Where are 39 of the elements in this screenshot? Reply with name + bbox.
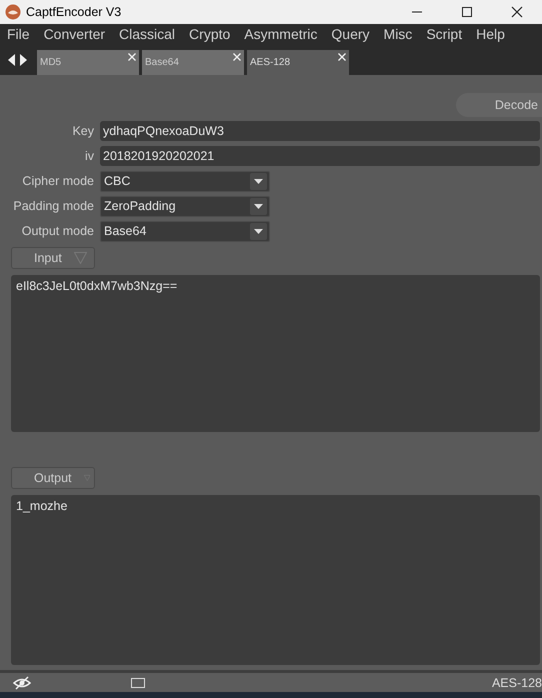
input-text-area[interactable]: eIl8c3JeL0t0dxM7wb3Nzg== [11,275,540,432]
caret-icon [250,222,267,240]
field-label: Key [71,124,95,138]
output-toggle[interactable]: Output [11,467,95,489]
status-text: AES-128 [492,676,542,690]
triangle-icon [84,472,90,484]
dropdown[interactable]: CBC [100,170,270,192]
right-arrow-icon[interactable] [20,54,27,66]
app-logo-icon [5,4,21,20]
menu-item[interactable]: Converter [38,26,110,42]
output-text-area[interactable]: 1_mozhe [11,495,540,665]
field-label: Output mode [20,224,95,238]
window-icon [131,678,145,688]
field-label: Cipher mode [21,174,95,188]
menu-item[interactable]: Script [421,26,468,42]
dropdown[interactable]: ZeroPadding [100,196,270,216]
close-icon[interactable] [511,6,523,18]
input-field[interactable]: ydhaqPQnexoaDuW3 [100,121,540,141]
caret-icon [250,172,267,190]
field-label: Padding mode [12,199,95,213]
menu-item[interactable]: Crypto [184,26,236,42]
triangle-icon [74,252,87,264]
menu-item[interactable]: Misc [378,26,418,42]
menu-item[interactable]: File [2,26,35,42]
field-label: iv [84,149,95,163]
menu-item[interactable]: Asymmetric [239,26,322,42]
input-toggle[interactable]: Input [11,247,95,269]
tab[interactable]: AES-128 [247,50,349,75]
window-title: CaptfEncoder V3 [26,5,122,19]
menu-item[interactable]: Help [471,26,510,42]
hidden-eye-icon [13,676,31,690]
input-field[interactable]: 2018201920202021 [100,146,540,166]
maximize-icon[interactable] [461,6,473,18]
menu-item[interactable]: Classical [114,26,180,42]
menu-item[interactable]: Query [326,26,375,42]
left-arrow-icon[interactable] [8,54,15,66]
decode-button[interactable]: Decode [456,93,542,117]
dropdown[interactable]: Base64 [100,220,270,242]
caret-icon [250,198,267,214]
